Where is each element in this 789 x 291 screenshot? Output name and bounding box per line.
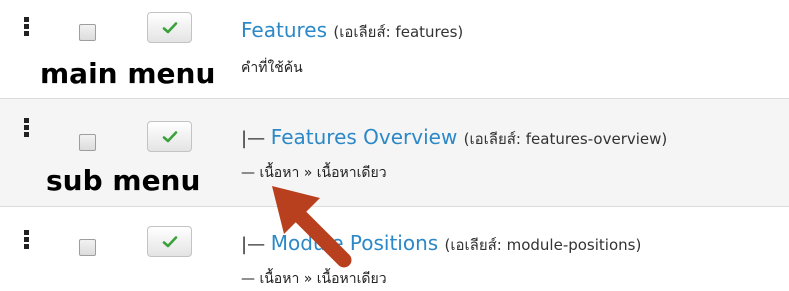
menu-item-row: |— Module Positions (เอเลียส์: module-po… xyxy=(0,207,789,291)
check-icon xyxy=(162,130,177,142)
menu-item-link[interactable]: Features Overview xyxy=(271,125,458,149)
publish-toggle-button[interactable] xyxy=(147,12,192,43)
row-checkbox[interactable] xyxy=(79,134,96,151)
menu-item-title: |— Features Overview (เอเลียส์: features… xyxy=(241,125,667,151)
drag-handle-icon[interactable] xyxy=(24,17,29,36)
check-icon xyxy=(162,235,177,247)
menu-item-alias: (เอเลียส์: features-overview) xyxy=(463,130,668,148)
drag-handle-icon[interactable] xyxy=(24,230,29,249)
row-checkbox[interactable] xyxy=(79,24,96,41)
menu-item-link[interactable]: Features xyxy=(241,18,327,42)
row-checkbox[interactable] xyxy=(79,239,96,256)
drag-handle-icon[interactable] xyxy=(24,118,29,137)
menu-item-alias: (เอเลียส์: features) xyxy=(333,23,464,41)
check-icon xyxy=(162,21,177,33)
main-menu-callout: main menu xyxy=(40,57,216,90)
menu-item-type: คำที่ใช้ค้น xyxy=(241,60,303,76)
publish-toggle-button[interactable] xyxy=(147,226,192,257)
publish-toggle-button[interactable] xyxy=(147,121,192,152)
sub-menu-callout: sub menu xyxy=(46,164,201,197)
menu-item-title: Features (เอเลียส์: features) xyxy=(241,18,463,44)
arrow-icon xyxy=(272,186,352,268)
tree-prefix: |— xyxy=(241,128,271,149)
menu-item-alias: (เอเลียส์: module-positions) xyxy=(444,236,642,254)
